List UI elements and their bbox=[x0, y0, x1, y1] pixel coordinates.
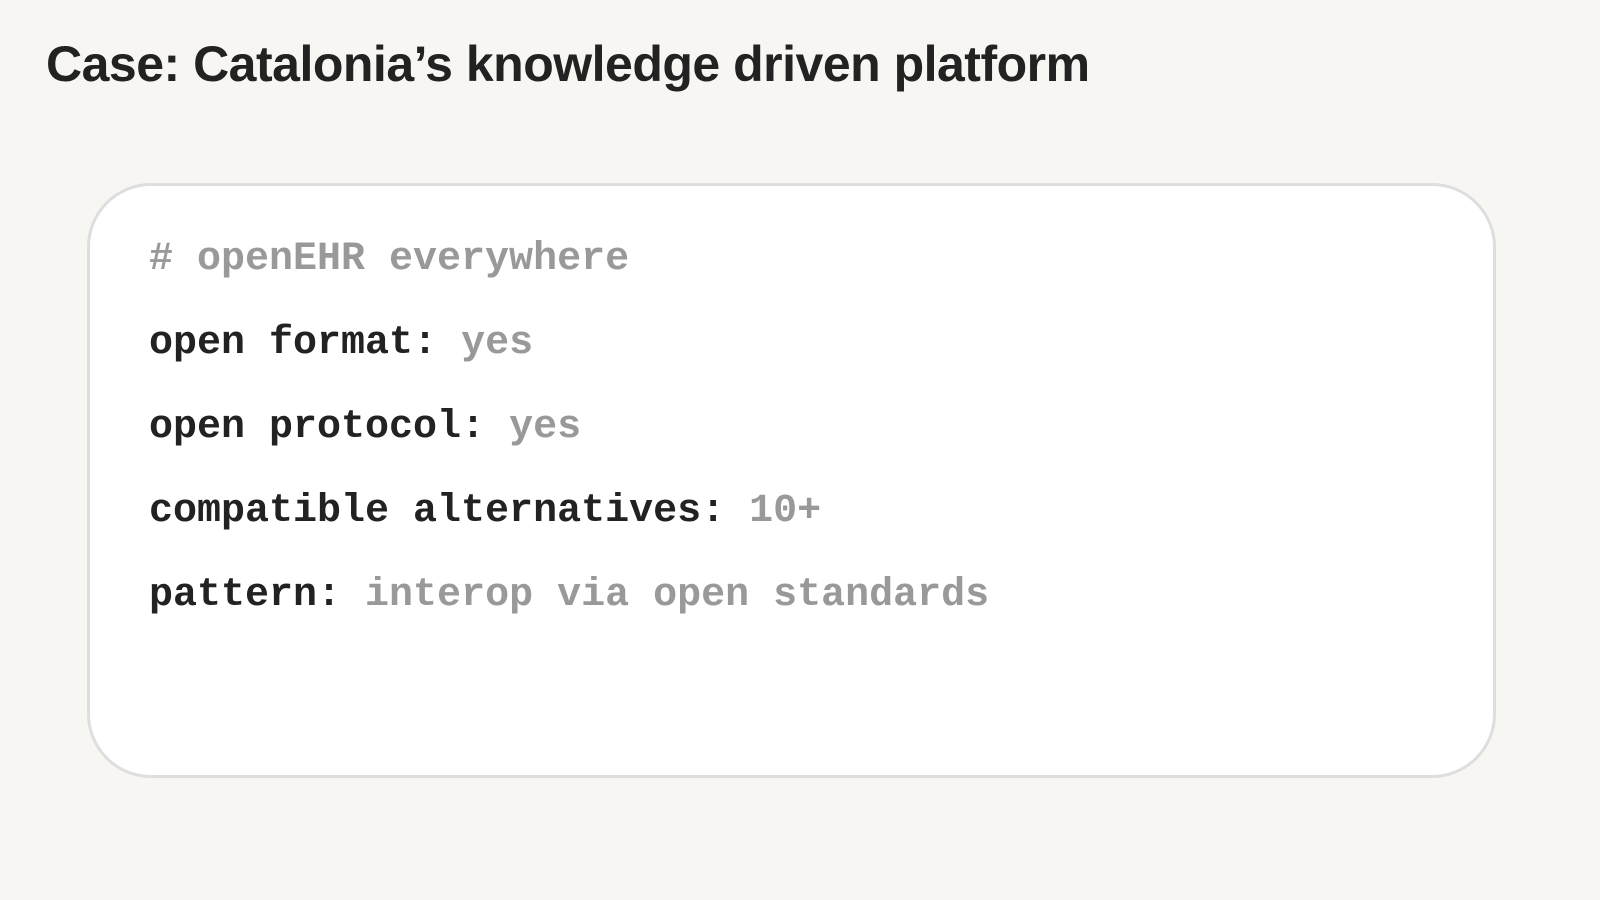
code-value: yes bbox=[461, 321, 534, 366]
code-row-open-protocol: open protocol: yes bbox=[149, 404, 1493, 452]
code-value: 10+ bbox=[749, 489, 822, 534]
page-title: Case: Catalonia’s knowledge driven platf… bbox=[46, 36, 1090, 92]
code-row-pattern: pattern: interop via open standards bbox=[149, 572, 1493, 620]
code-value: interop via open standards bbox=[365, 573, 990, 618]
code-key: open format: bbox=[149, 321, 438, 366]
code-key: open protocol: bbox=[149, 405, 486, 450]
code-comment: # openEHR everywhere bbox=[149, 237, 630, 282]
code-key: pattern: bbox=[149, 573, 342, 618]
code-key: compatible alternatives: bbox=[149, 489, 726, 534]
code-row-compatible-alternatives: compatible alternatives: 10+ bbox=[149, 488, 1493, 536]
code-row-open-format: open format: yes bbox=[149, 320, 1493, 368]
code-card: # openEHR everywhere open format: yes op… bbox=[87, 183, 1496, 778]
code-value: yes bbox=[509, 405, 582, 450]
